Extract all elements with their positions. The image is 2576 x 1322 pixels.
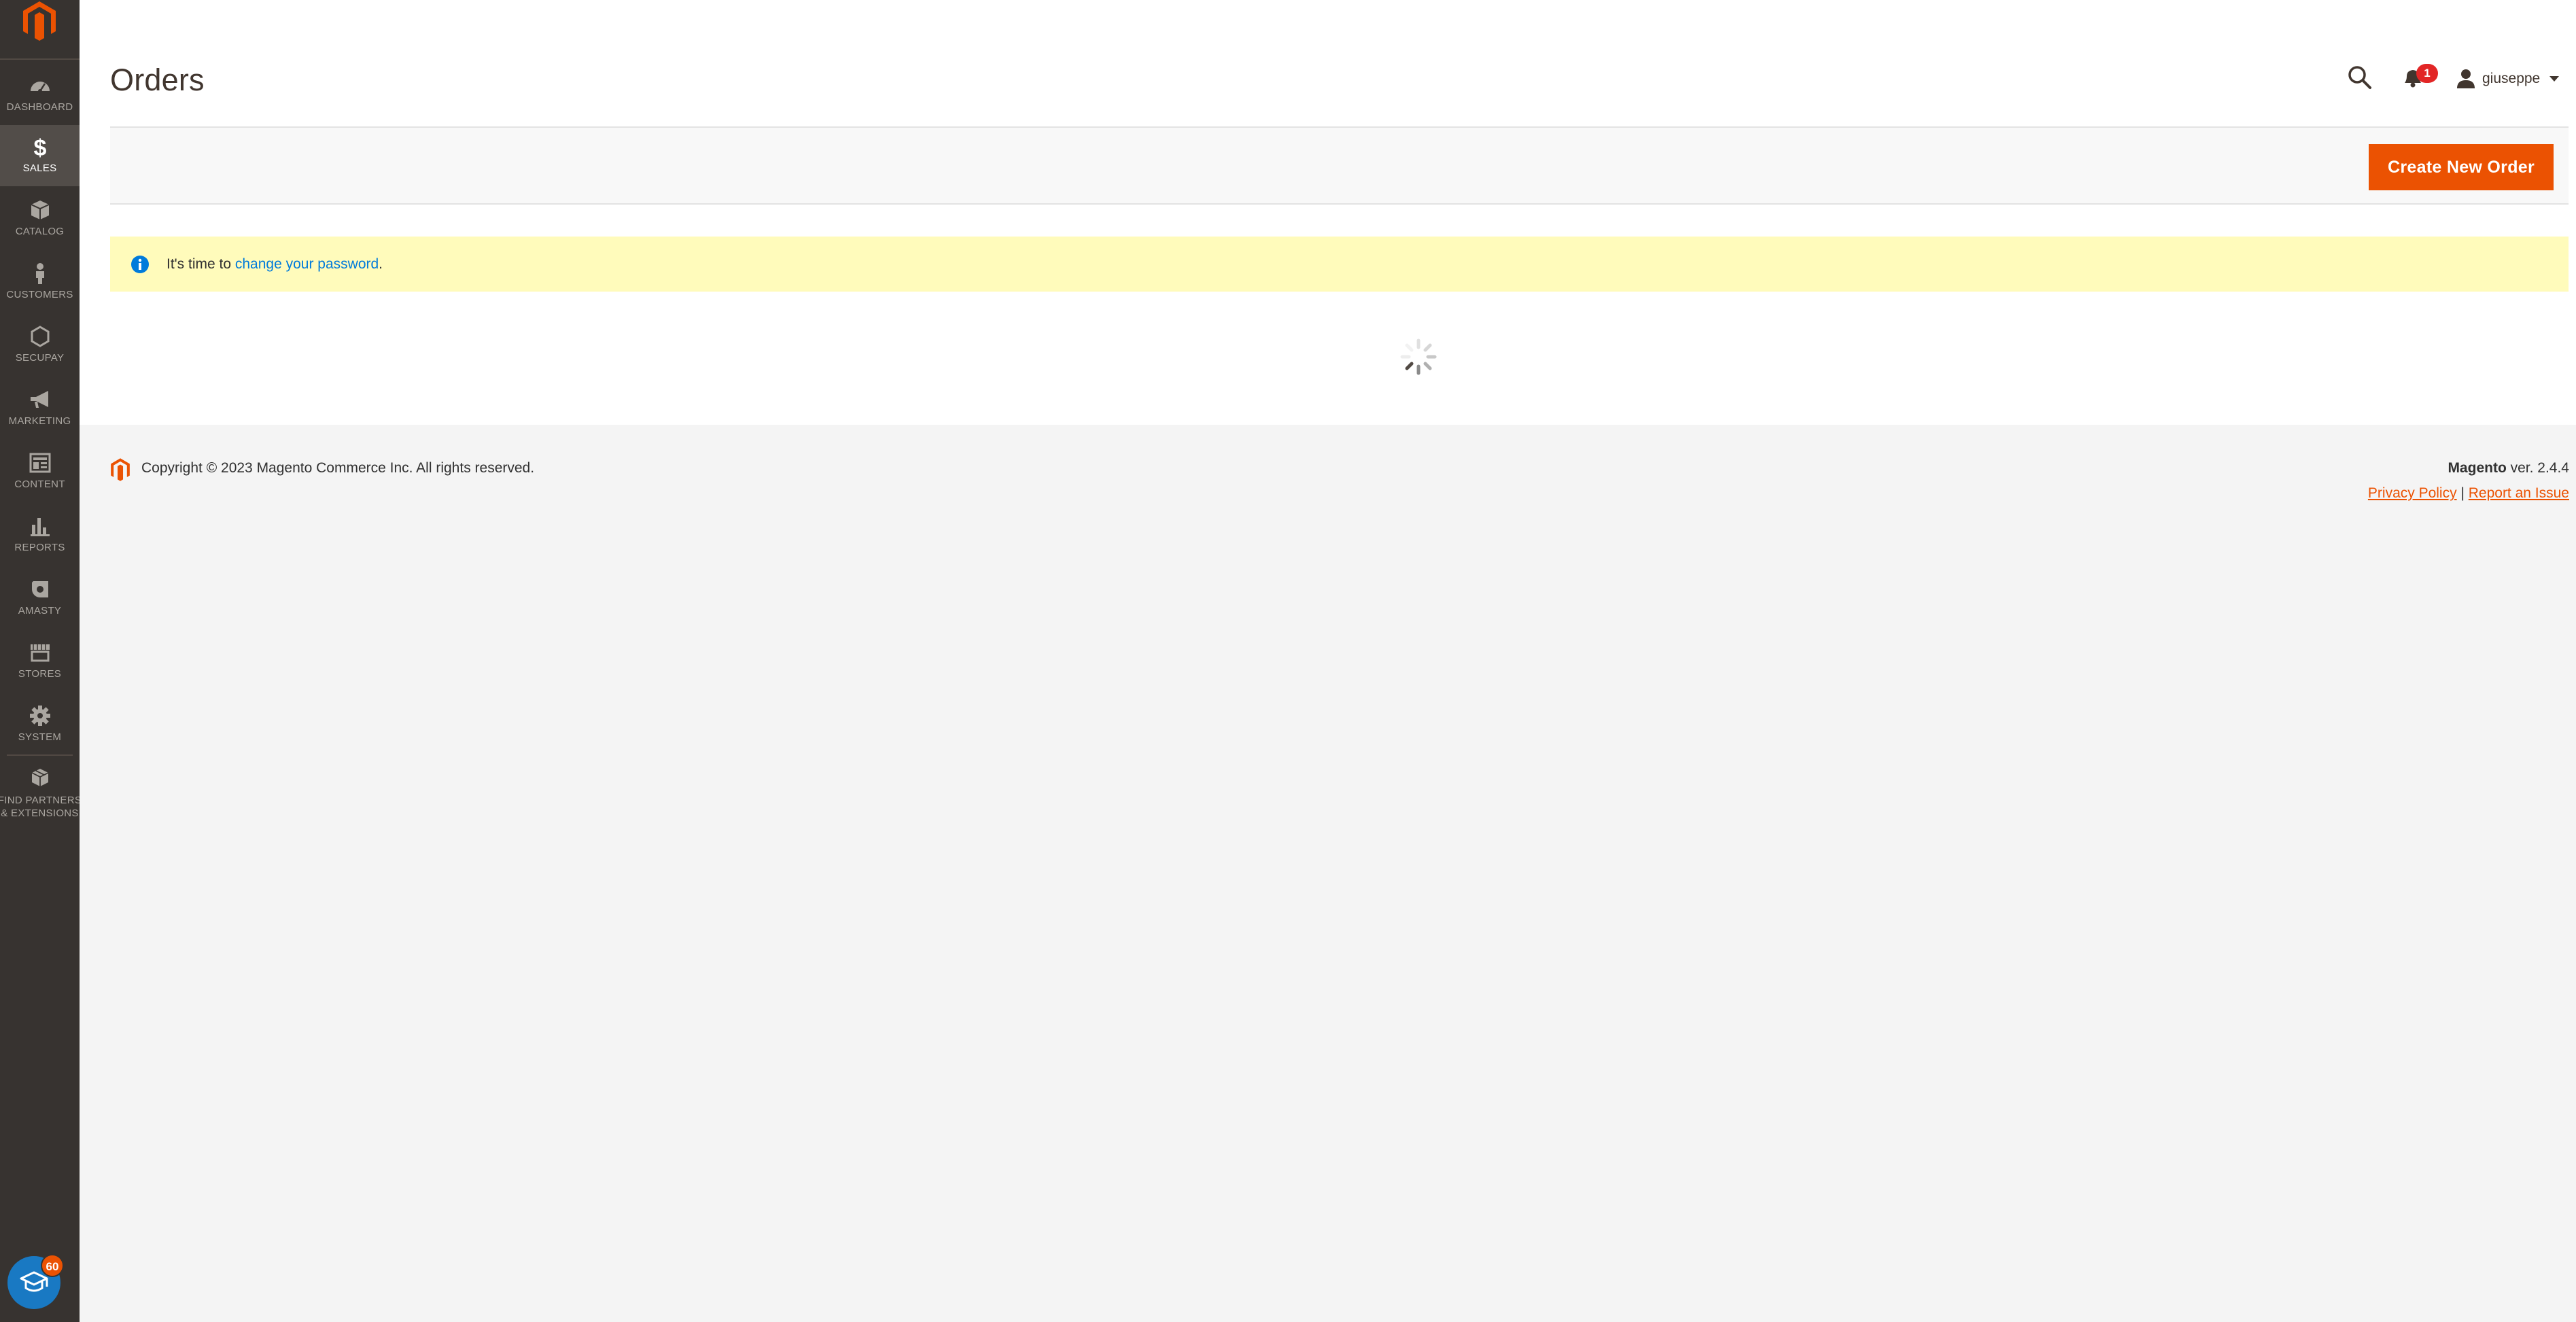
speedometer-icon [30, 82, 50, 93]
page-actions-bar: Create New Order [110, 126, 2569, 205]
cubes-icon [31, 769, 48, 786]
svg-text:$: $ [33, 135, 46, 159]
magento-logo-icon [23, 1, 56, 41]
search-icon [2348, 66, 2371, 89]
magento-logo[interactable] [0, 0, 80, 60]
admin-sidebar: DASHBOARD $ SALES CATALOG CUSTOMERS SECU… [0, 0, 82, 1322]
sidebar-item-label-line2: & EXTENSIONS [1, 807, 79, 819]
storefront-icon [30, 644, 50, 662]
sidebar-item-marketing[interactable]: MARKETING [0, 378, 80, 439]
report-issue-link[interactable]: Report an Issue [2469, 485, 2569, 501]
global-search-button[interactable] [2346, 64, 2379, 97]
sidebar-item-label: CUSTOMERS [6, 289, 73, 300]
sidebar-item-dashboard[interactable]: DASHBOARD [0, 64, 80, 125]
sidebar-item-secupay[interactable]: SECUPAY [0, 315, 80, 376]
sidebar-item-label-line1: FIND PARTNERS [0, 795, 82, 806]
megaphone-icon [30, 391, 48, 408]
system-message: It's time to change your password. [110, 237, 2569, 292]
bar-chart-icon [30, 518, 50, 536]
notifications-count-badge: 1 [2416, 64, 2438, 83]
sidebar-item-label: CATALOG [15, 226, 65, 237]
sidebar-item-label: FIND PARTNERS & EXTENSIONS [0, 794, 86, 820]
magento-footer-logo-icon [111, 458, 130, 481]
sidebar-item-label: SALES [22, 162, 57, 174]
sidebar-item-label: AMASTY [18, 605, 62, 616]
sidebar-item-amasty[interactable]: AMASTY [0, 568, 80, 629]
sidebar-item-label: DASHBOARD [6, 101, 73, 113]
hexagon-icon [31, 326, 49, 347]
sidebar-item-catalog[interactable]: CATALOG [0, 188, 80, 249]
sidebar-item-label: SECUPAY [15, 352, 65, 364]
footer-links: Privacy Policy | Report an Issue [2368, 485, 2569, 502]
user-icon [2457, 69, 2475, 88]
amasty-icon [31, 581, 48, 597]
copyright-text: Copyright © 2023 Magento Commerce Inc. A… [141, 460, 535, 476]
gear-icon [29, 706, 50, 726]
sidebar-item-sales[interactable]: $ SALES [0, 125, 80, 186]
page-title: Orders [110, 63, 205, 97]
change-password-link[interactable]: change your password [235, 256, 379, 272]
education-badge: 60 [41, 1254, 64, 1277]
sidebar-item-label: MARKETING [8, 415, 71, 427]
sidebar-item-content[interactable]: CONTENT [0, 441, 80, 502]
sidebar-item-label: CONTENT [14, 479, 65, 490]
page-footer: Copyright © 2023 Magento Commerce Inc. A… [80, 425, 2576, 1322]
create-new-order-button[interactable]: Create New Order [2369, 144, 2554, 190]
box-icon [31, 201, 49, 220]
message-text: It's time to change your password. [167, 256, 383, 273]
message-prefix: It's time to [167, 256, 235, 272]
layout-icon [29, 453, 50, 473]
link-separator: | [2456, 485, 2469, 501]
sidebar-item-find-partners[interactable]: FIND PARTNERS & EXTENSIONS [0, 757, 82, 825]
page-main: Orders 1 giuseppe Create New Order It's … [80, 0, 2576, 425]
magento-version: Magento ver. 2.4.4 [2448, 460, 2569, 476]
sidebar-item-reports[interactable]: REPORTS [0, 504, 80, 566]
username: giuseppe [2482, 71, 2541, 86]
sidebar-item-stores[interactable]: STORES [0, 631, 80, 692]
brand-name: Magento [2448, 460, 2507, 476]
user-account-menu[interactable]: giuseppe [2456, 65, 2560, 92]
info-icon [131, 255, 149, 273]
sidebar-item-label: SYSTEM [18, 731, 62, 743]
sidebar-item-system[interactable]: SYSTEM [0, 694, 80, 755]
sidebar-item-customers[interactable]: CUSTOMERS [0, 251, 80, 313]
sidebar-divider [7, 754, 73, 756]
sidebar-item-label: REPORTS [14, 542, 65, 553]
privacy-policy-link[interactable]: Privacy Policy [2368, 485, 2457, 501]
chevron-down-icon [2549, 76, 2560, 82]
version-number: ver. 2.4.4 [2506, 460, 2569, 476]
loading-spinner-icon [1400, 338, 1437, 375]
person-icon [35, 263, 44, 284]
sidebar-item-label: STORES [18, 668, 62, 680]
message-suffix: . [379, 256, 383, 272]
dollar-icon: $ [33, 135, 46, 159]
